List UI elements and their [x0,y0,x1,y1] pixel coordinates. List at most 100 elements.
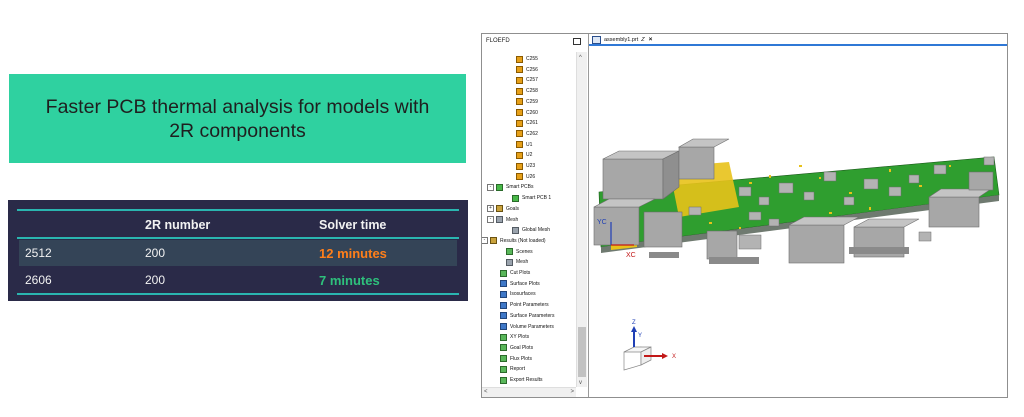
tree-item-label: C255 [526,56,538,62]
tree-item[interactable]: C257 [516,75,538,85]
tree-item[interactable]: Mesh [506,257,528,267]
tree-item-label: Flux Plots [510,355,532,362]
tree-item[interactable]: - Smart PCBs [487,182,534,192]
expand-toggle-icon[interactable]: + [487,205,494,213]
row-solver-time: 12 minutes [319,245,387,261]
csys-x-label: XC [626,252,636,259]
scroll-right-icon[interactable]: > [570,389,574,395]
tree-item-label: Smart PCB 1 [522,195,552,202]
row-2r-number: 200 [145,246,166,260]
component-icon [516,109,523,116]
tree-item[interactable]: C261 [516,118,538,128]
tree-item[interactable]: XY Plots [500,332,529,342]
header-2r-number: 2R number [145,218,211,232]
tree-item-label: Goals [506,205,520,212]
tree-item[interactable]: Export Results [500,375,543,385]
tree-item[interactable]: C259 [516,97,538,107]
tree-item[interactable]: C256 [516,65,538,75]
tree-item-label: Goal Plots [510,344,534,351]
tree-item[interactable]: C262 [516,129,538,139]
tree-item-label: Results (Not loaded) [500,237,546,244]
table-bottom-rule [17,293,459,295]
tree-vertical-scrollbar[interactable]: ^ v [576,52,587,387]
tree-item-label: Volume Parameters [510,323,554,330]
scroll-left-icon[interactable]: < [484,389,488,395]
component-icon [516,87,523,95]
point-parameters-icon [500,301,507,309]
comparison-table: 2R number Solver time 2512 200 12 minute… [8,200,468,301]
document-tab-bar: assembly1.prt Z × [589,34,1007,46]
component-icon [516,162,523,170]
tree-item[interactable]: Point Parameters [500,300,549,310]
tree-item[interactable]: Surface Parameters [500,311,554,321]
triad-z-label: Z [632,320,636,326]
tree-item-label: Scenes [516,248,533,255]
goal-plots-icon [500,344,507,352]
expand-toggle-icon[interactable]: - [487,216,494,223]
tree-item-label: U26 [526,173,536,180]
tree-item-label: U1 [526,141,533,148]
tree-item-label: Point Parameters [510,302,549,309]
triad-x-label: X [672,354,676,360]
isosurfaces-icon [500,290,507,298]
tree-item[interactable]: C258 [516,86,538,96]
report-icon [500,365,507,373]
row-solver-time: 7 minutes [319,272,380,288]
tree-item-label: Smart PCBs [506,184,534,191]
tree-item[interactable]: U26 [516,172,535,182]
mesh-results-icon [506,258,513,266]
tree-item[interactable]: Surface Plots [500,279,540,289]
goals-icon [496,205,503,213]
xy-plots-icon [500,333,507,341]
tree-item[interactable]: Flux Plots [500,354,532,364]
tree-item[interactable]: U23 [516,161,535,171]
maximize-icon[interactable] [573,38,581,45]
close-tab-icon[interactable]: × [649,36,653,43]
title-banner: Faster PCB thermal analysis for models w… [9,74,466,163]
scroll-up-icon[interactable]: ^ [579,55,582,61]
panel-title: FLOEFD [486,38,510,44]
tree-horizontal-scrollbar[interactable]: < > [482,387,576,397]
tree-item-label: Mesh [516,259,529,266]
tree-item[interactable]: Global Mesh [512,225,550,235]
scroll-down-icon[interactable]: v [579,380,582,386]
row-name: 2606 [25,273,52,287]
pcb-3d-model[interactable]: YC XC Z Y X [589,47,1007,397]
tree-item[interactable]: Smart PCB 1 [512,193,551,203]
feature-tree-panel: FLOEFD C255 C256 C257 C258 C259 C260 C261 C262 U… [482,34,589,397]
expand-toggle-icon[interactable]: - [482,237,488,245]
graphics-viewport[interactable]: YC XC Z Y X [589,47,1007,397]
part-file-icon [592,35,601,44]
tree-item-label: C258 [526,88,538,95]
component-icon [516,130,523,138]
tab-assembly[interactable]: assembly1.prt Z × [592,35,652,44]
tree-item[interactable]: Cut Plots [500,268,530,278]
expand-toggle-icon[interactable]: - [487,183,494,191]
tree-item[interactable]: Goal Plots [500,343,533,353]
table-header-rule [17,237,459,239]
tree-item[interactable]: U2 [516,150,532,160]
tree-item[interactable]: Isosurfaces [500,289,536,299]
tab-label: assembly1.prt [604,36,639,43]
view-triad: Z Y X [623,320,676,371]
table-top-rule [17,209,459,211]
tree-item[interactable]: - Results (Not loaded) [482,236,546,246]
tree-item[interactable]: + Goals [487,204,519,214]
surface-parameters-icon [500,312,507,320]
flux-plots-icon [500,355,507,363]
tree-item-label: C256 [526,66,538,73]
tree-item[interactable]: C260 [516,108,538,118]
tree-item-label: C259 [526,98,538,105]
tree-item[interactable]: C255 [516,54,538,64]
tab-marks: Z [641,36,645,43]
tree-item[interactable]: Report [500,364,525,374]
tree-item[interactable]: Scenes [506,247,533,257]
tree-item[interactable]: - Mesh [487,215,518,225]
tree-item-label: C261 [526,120,538,127]
smart-pcb-icon [512,194,519,202]
tree-item[interactable]: U1 [516,140,532,150]
tree-item[interactable]: Volume Parameters [500,322,554,332]
tree-item-label: Isosurfaces [510,291,536,298]
scroll-thumb[interactable] [578,327,586,377]
row-name: 2512 [25,246,52,260]
